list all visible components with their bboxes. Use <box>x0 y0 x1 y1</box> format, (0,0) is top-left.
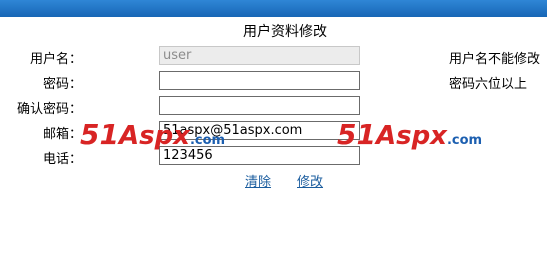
form-title: 用户资料修改 <box>243 24 327 40</box>
modify-button[interactable]: 修改 <box>297 171 323 190</box>
phone-label: 电话： <box>42 152 82 167</box>
email-input[interactable]: 51aspx@51aspx.com <box>159 121 360 140</box>
username-input: user <box>159 46 360 65</box>
username-hint: 用户名不能修改 <box>449 52 541 67</box>
phone-input[interactable]: 123456 <box>159 146 360 165</box>
password-label: 密码： <box>42 77 82 92</box>
confirm-password-input[interactable] <box>159 96 360 115</box>
watermark-name: Aspx <box>375 121 447 151</box>
password-hint: 密码六位以上 <box>449 77 528 92</box>
password-input[interactable] <box>159 71 360 90</box>
top-banner <box>0 0 547 17</box>
clear-button[interactable]: 清除 <box>245 171 271 190</box>
watermark-digits: 51 <box>80 118 119 151</box>
username-label: 用户名： <box>29 52 82 67</box>
confirm-password-label: 确认密码： <box>16 102 82 117</box>
email-label: 邮箱： <box>42 127 82 142</box>
watermark-suffix: .com <box>446 133 483 148</box>
